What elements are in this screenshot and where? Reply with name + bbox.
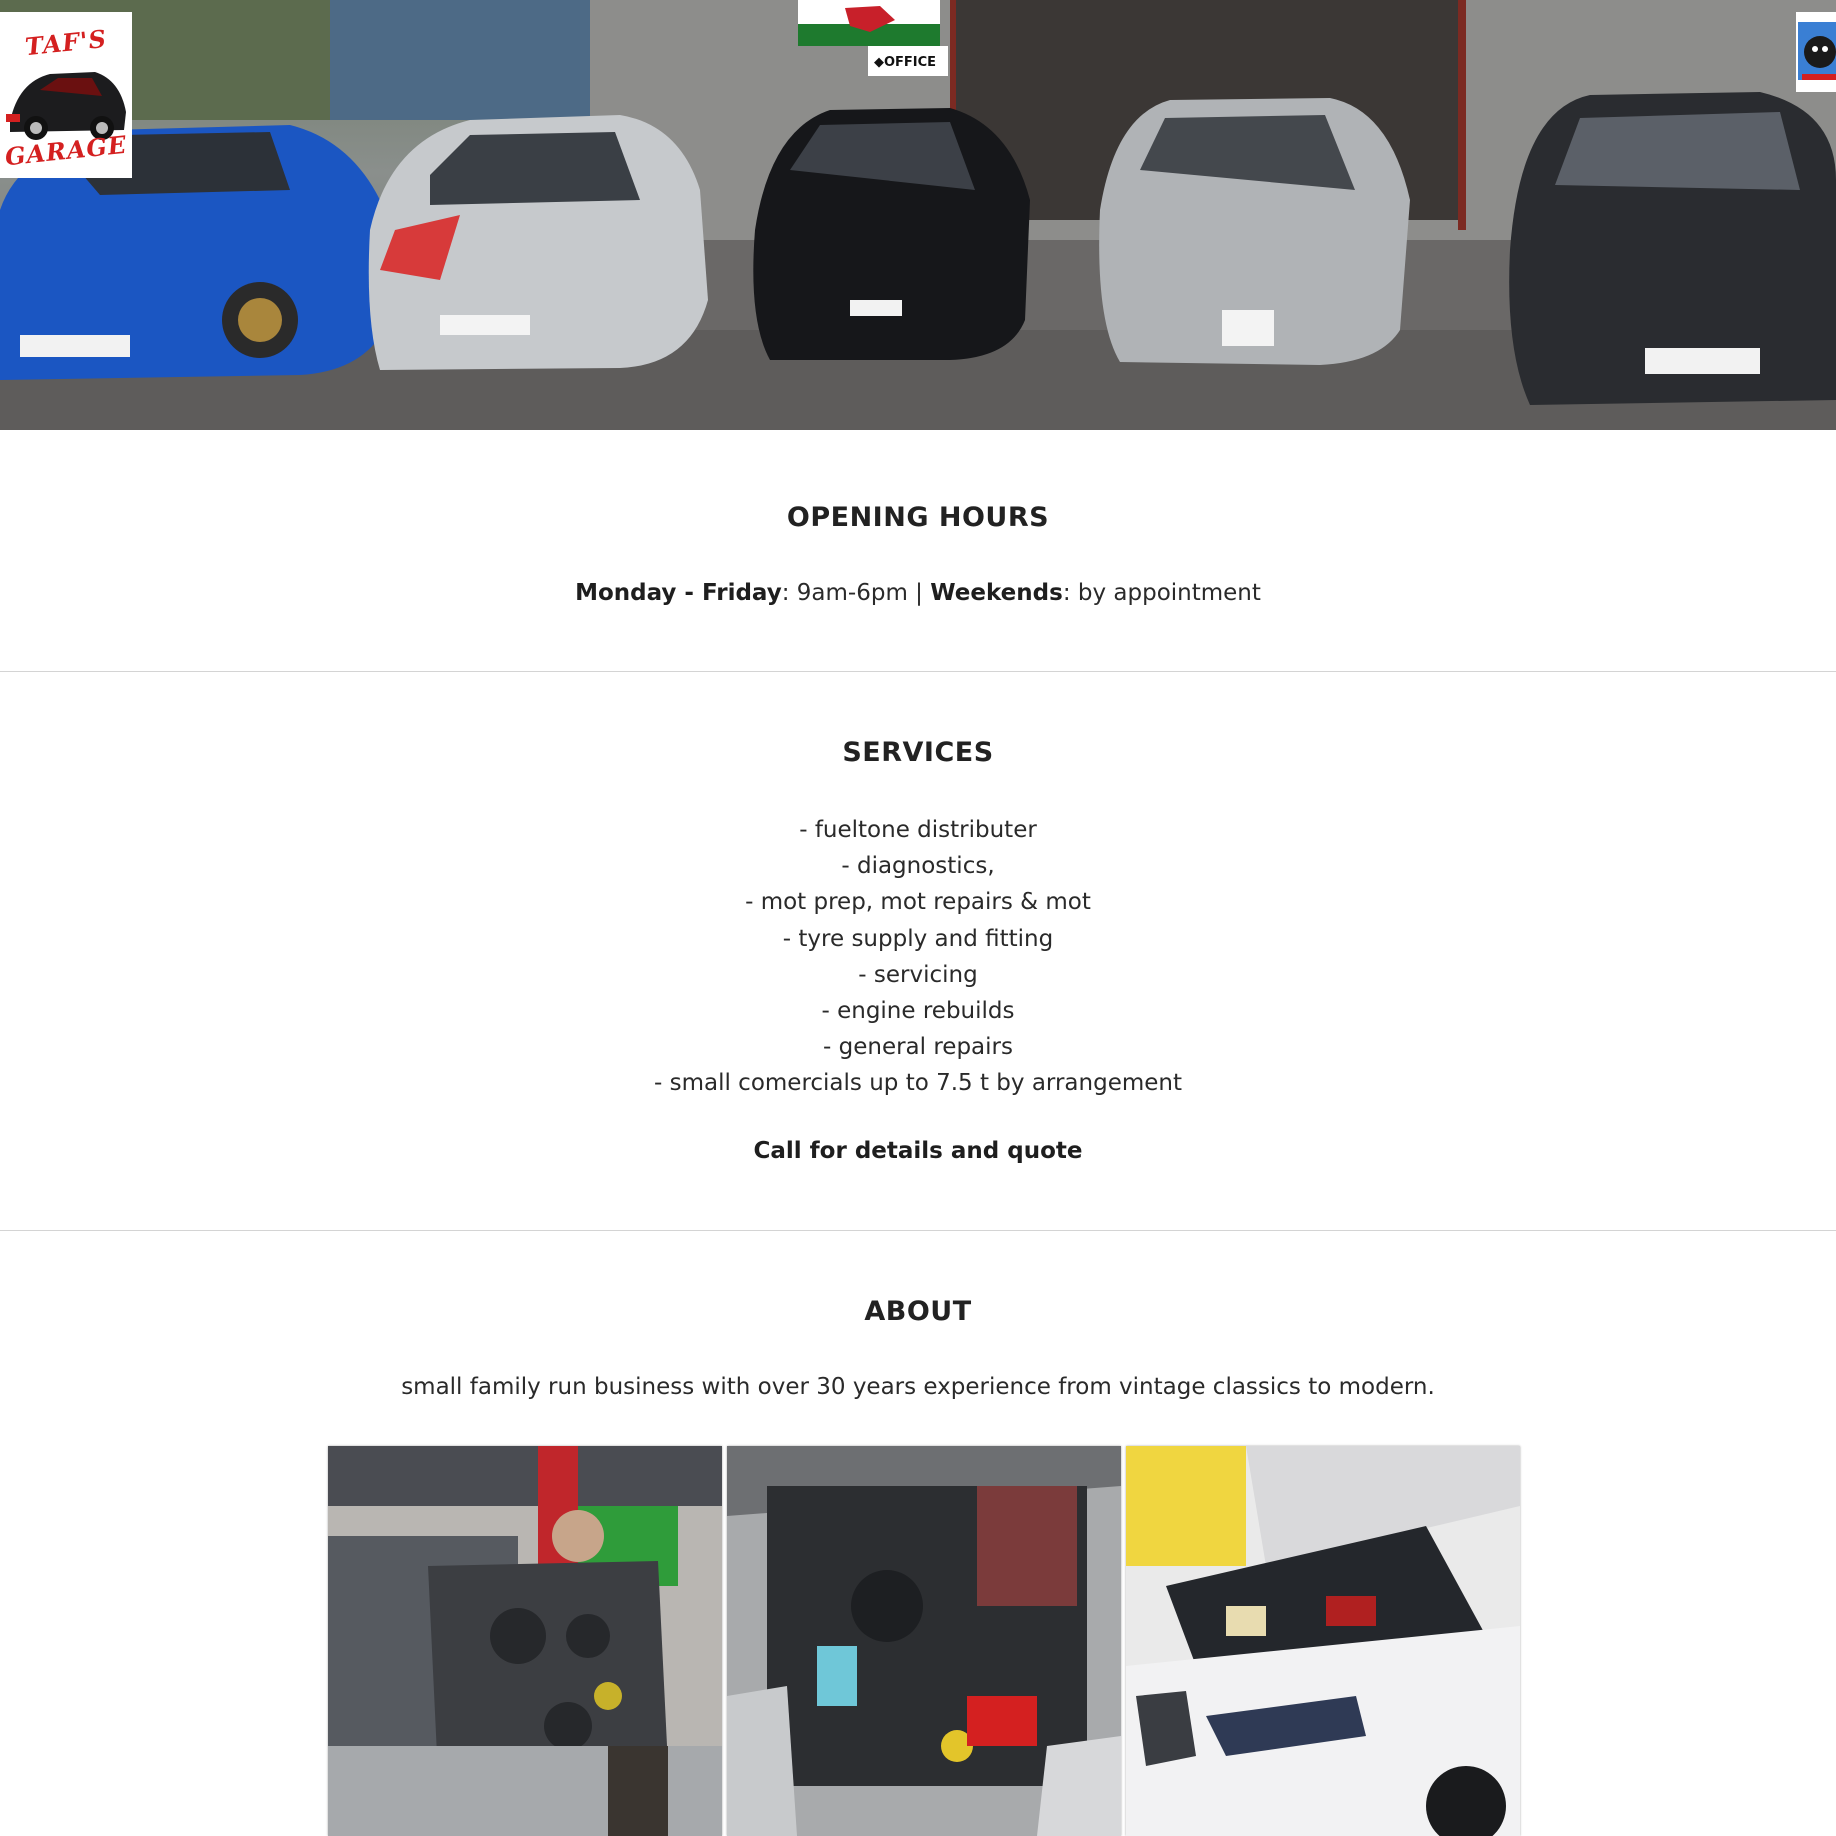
white-car-image: [1126, 1446, 1520, 1836]
about-text: small family run business with over 30 y…: [401, 1374, 1435, 1400]
hero-garage-illustration: ◆OFFICE: [0, 0, 1836, 430]
gallery-photo-engine-bay[interactable]: [727, 1446, 1121, 1836]
brand-logo[interactable]: TAF'S GARAGE: [0, 12, 132, 178]
opening-hours-heading: OPENING HOURS: [0, 502, 1836, 533]
about-heading: ABOUT: [0, 1296, 1836, 1327]
service-item: - mot prep, mot repairs & mot: [745, 889, 1091, 916]
services-title: SERVICES: [842, 737, 994, 768]
opening-hours-text: Monday - Friday: 9am-6pm | Weekends: by …: [0, 580, 1836, 606]
cat-mascot-icon: [1796, 12, 1836, 92]
weekend-label: Weekends: [930, 580, 1063, 606]
service-item: - fueltone distributer: [799, 817, 1037, 843]
weekday-hours: : 9am-6pm |: [781, 580, 931, 606]
hero-banner-image: ◆OFFICE TAF'S GARAGE: [0, 0, 1836, 430]
services-heading: SERVICES: [0, 737, 1836, 768]
services-call-to-action: Call for details and quote: [753, 1138, 1083, 1164]
engine-rebuild-image: [328, 1446, 722, 1836]
service-item: - diagnostics,: [841, 853, 995, 880]
weekday-label: Monday - Friday: [575, 580, 782, 606]
engine-bay-image: [727, 1446, 1121, 1836]
service-item: - servicing: [858, 961, 978, 988]
photo-gallery: [328, 1446, 1520, 1836]
gallery-photo-white-car[interactable]: [1126, 1446, 1520, 1836]
about-title: ABOUT: [864, 1296, 972, 1327]
gallery-photo-engine-rebuild[interactable]: [328, 1446, 722, 1836]
section-divider: [0, 671, 1836, 672]
section-divider: [0, 1230, 1836, 1231]
service-item: - engine rebuilds: [821, 997, 1015, 1024]
service-item: - general repairs: [823, 1034, 1013, 1061]
partner-logo[interactable]: [1796, 12, 1836, 92]
opening-hours-title: OPENING HOURS: [786, 502, 1050, 533]
services-list: - fueltone distributer - diagnostics, - …: [0, 812, 1836, 1102]
service-item: - small comercials up to 7.5 t by arrang…: [653, 1070, 1183, 1097]
weekend-hours: : by appointment: [1062, 580, 1261, 606]
page: ◆OFFICE TAF'S GARAGE OPENING HOURS Monda…: [0, 0, 1836, 1836]
service-item: - tyre supply and fitting: [782, 925, 1054, 952]
office-sign-text: ◆OFFICE: [874, 55, 936, 70]
